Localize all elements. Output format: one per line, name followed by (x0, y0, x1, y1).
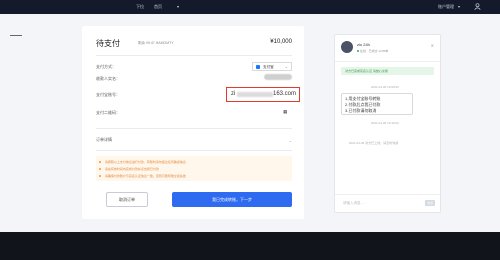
cancel-order-button[interactable]: 取消订单 (106, 192, 148, 207)
nav-chevron-icon[interactable]: ▾ (177, 4, 179, 9)
order-detail-toggle[interactable]: 订单详情 (96, 137, 112, 143)
account-chevron-icon[interactable]: ▾ (458, 4, 460, 9)
bottom-bar (0, 232, 500, 260)
message-timestamp: 2021-01-06 10:10:02 (371, 121, 399, 125)
account-label: 支付宝账号： (96, 92, 120, 97)
online-dot-icon (357, 50, 359, 52)
divider (335, 61, 440, 62)
collapse-handle[interactable] (10, 35, 22, 36)
chat-message-bubble: 1.用支付宝账号转账 2.付款后点我已付款 3.已付款请勿取消 (341, 93, 413, 115)
notice-line: · 请确保付款账户与实名认证信息一致，否则可能导致交易失败 (103, 174, 186, 178)
chat-panel: zlo 24h 在线 · 已成交 1235单 ✕ 对方已完成实名认证 请放心交易… (334, 34, 441, 213)
account-value-highlight[interactable]: zi 163.com (226, 87, 300, 102)
top-navbar: 下拉 首页 ▾ 账户管理 ▾ (0, 0, 500, 14)
notice-box: · 请按照以上支付信息进行付款，转账时请勿备注任何敏感信息 · 请在有效时间内完… (96, 156, 292, 181)
verified-banner: 对方已完成实名认证 请放心交易 (341, 67, 434, 75)
paid-next-button[interactable]: 我已完成转账，下一步 (172, 192, 292, 207)
account-prefix: zi (231, 91, 236, 97)
seller-status-text: 在线 · 已成交 1235单 (360, 49, 389, 53)
message-timestamp: 2021-01-06 10:09:56 (371, 85, 399, 89)
divider (335, 194, 440, 195)
user-icon[interactable] (474, 3, 481, 10)
receiver-label: 收款人实名： (96, 76, 120, 81)
bullet-icon (99, 175, 101, 177)
payment-method-value: 支付宝 (263, 65, 274, 69)
countdown-timer: 剩余 09:47 HAMOMTY (138, 41, 174, 45)
bullet-icon (99, 168, 101, 170)
avatar (341, 41, 353, 53)
order-card: 待支付 剩余 09:47 HAMOMTY ¥10,000 支付方式： 支付宝 ⌄… (82, 26, 304, 219)
account-suffix: 163.com (273, 91, 297, 97)
receiver-name-masked (264, 74, 292, 80)
qr-label: 支付二维码： (96, 110, 120, 115)
divider (96, 55, 292, 56)
seller-name: zlo 24h (357, 42, 370, 47)
nav-link-home[interactable]: 首页 (154, 4, 162, 10)
bullet-icon (99, 161, 101, 163)
close-icon[interactable]: ✕ (431, 43, 434, 48)
alipay-icon (256, 65, 260, 69)
payment-method-select[interactable]: 支付宝 ⌄ (252, 62, 292, 71)
chevron-down-icon[interactable]: ⌄ (289, 138, 292, 143)
order-amount: ¥10,000 (270, 39, 292, 45)
chevron-down-icon: ⌄ (284, 64, 288, 69)
qr-icon[interactable]: ▦ (283, 109, 287, 115)
system-message: 2021-01-06 对方已上线，请及时沟通 (349, 141, 399, 145)
account-menu[interactable]: 账户管理 (438, 4, 454, 10)
account-mask (237, 92, 273, 97)
chat-input[interactable]: 请输入消息… (343, 201, 364, 206)
message-line: 3.已付款请勿取消 (345, 108, 377, 113)
notice-line: · 请在有效时间内完成付款并点击我已付款 (103, 167, 159, 171)
notice-line: · 请按照以上支付信息进行付款，转账时请勿备注任何敏感信息 (103, 160, 186, 164)
seller-status: 在线 · 已成交 1235单 (357, 49, 388, 53)
send-button[interactable]: 发送 (425, 200, 435, 206)
nav-link-b[interactable]: 下拉 (136, 4, 144, 10)
divider (96, 128, 292, 129)
payment-method-label: 支付方式： (96, 64, 116, 69)
divider (96, 150, 292, 151)
page-title: 待支付 (96, 39, 120, 48)
